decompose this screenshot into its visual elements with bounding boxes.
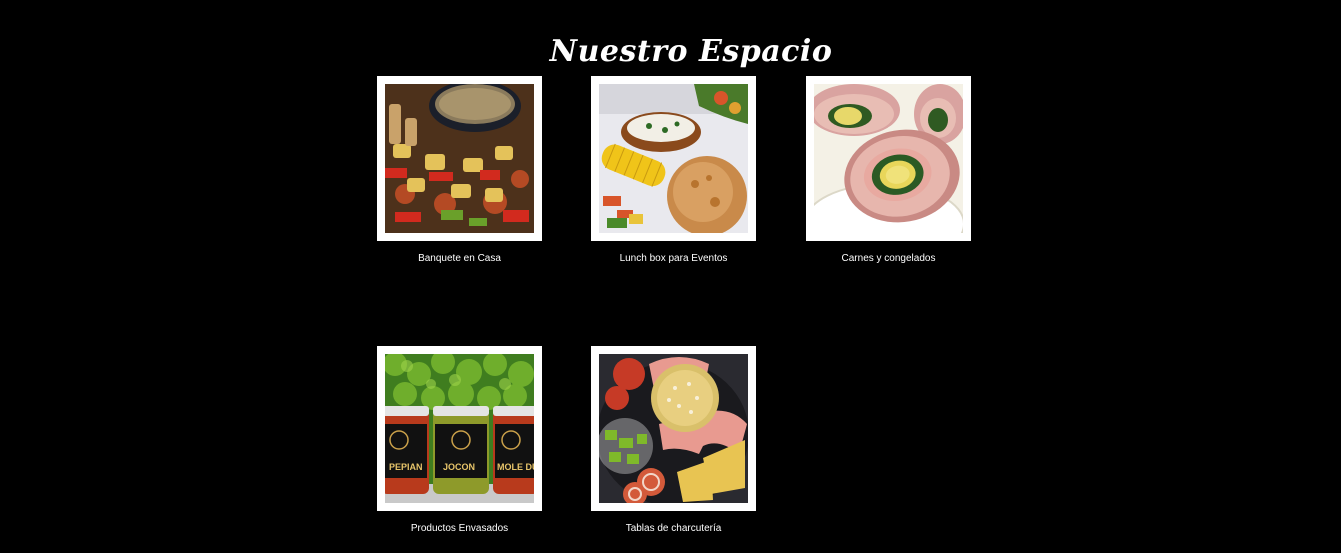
gallery-item-tablas[interactable]: Tablas de charcutería [591,346,756,534]
jar-label-1: PEPIAN [389,462,423,472]
jar-label-2: JOCON [443,462,475,472]
lunch-box-photo[interactable] [599,84,748,233]
jarred-sauces-photo[interactable]: PEPIAN JOCON MOLE DU [385,354,534,503]
gallery-caption: Lunch box para Eventos [619,253,728,264]
gallery-item-banquete[interactable]: Banquete en Casa [377,76,542,264]
gallery-caption: Banquete en Casa [418,253,501,264]
gallery-caption: Tablas de charcutería [625,523,722,534]
section-title: Nuestro Espacio [549,34,833,70]
gallery-frame[interactable] [806,76,971,241]
gallery-caption: Productos Envasados [410,523,509,534]
gallery-item-productos[interactable]: PEPIAN JOCON MOLE DU Productos Envasados [377,346,542,534]
charcuterie-board-photo[interactable] [599,354,748,503]
gallery-item-carnes[interactable]: Carnes y congelados [806,76,971,264]
jar-label-3: MOLE DU [497,462,534,472]
gallery-item-lunch-box[interactable]: Lunch box para Eventos [591,76,756,264]
gallery-frame[interactable] [591,76,756,241]
stuffed-meat-rolls-photo[interactable] [814,84,963,233]
gallery-frame[interactable]: PEPIAN JOCON MOLE DU [377,346,542,511]
gallery-caption: Carnes y congelados [841,253,936,264]
gallery-frame[interactable] [591,346,756,511]
gallery-frame[interactable] [377,76,542,241]
grilled-skewers-photo[interactable] [385,84,534,233]
